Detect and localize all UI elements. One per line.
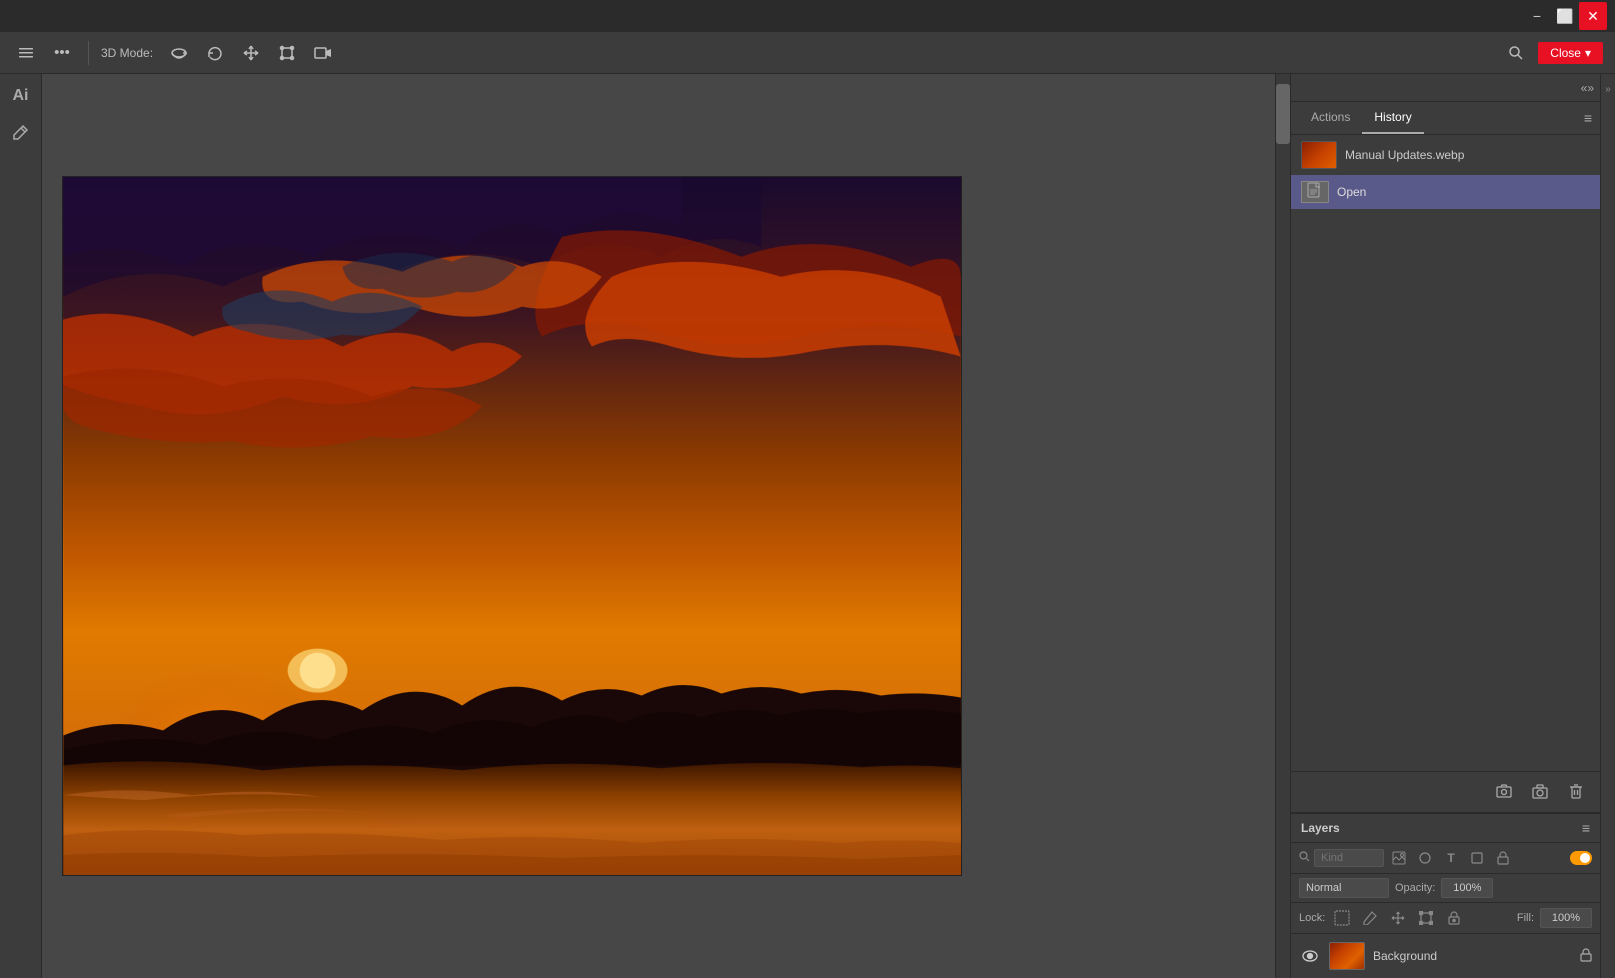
history-open-item[interactable]: Open [1291, 175, 1600, 209]
canvas-scroll-area [42, 74, 1290, 978]
search-icon[interactable] [1502, 39, 1530, 67]
kind-filter-input[interactable] [1314, 849, 1384, 867]
tool-ai[interactable]: Ai [5, 80, 37, 112]
fill-value[interactable]: 100% [1540, 908, 1592, 928]
lock-brush-icon[interactable] [1359, 907, 1381, 929]
tab-actions[interactable]: Actions [1299, 102, 1362, 134]
image-filter-icon[interactable] [1388, 847, 1410, 869]
layer-item-background[interactable]: Background [1291, 938, 1600, 974]
delete-history-button[interactable] [1562, 778, 1590, 806]
lock-filter-icon[interactable] [1492, 847, 1514, 869]
history-open-label: Open [1337, 185, 1366, 199]
layers-filter-bar: T [1291, 843, 1600, 874]
lock-transform-icon[interactable] [1415, 907, 1437, 929]
sidebar-toggle-icon[interactable] [12, 39, 40, 67]
canvas-area [42, 74, 1275, 978]
tool-brush[interactable] [5, 116, 37, 148]
panel-collapse-icon[interactable]: «» [1581, 81, 1594, 95]
minimize-button[interactable]: − [1523, 2, 1551, 30]
toolbar: ••• 3D Mode: [0, 32, 1615, 74]
lock-fill-row: Lock: [1291, 903, 1600, 934]
new-snapshot-button[interactable] [1490, 778, 1518, 806]
layer-name: Background [1373, 949, 1572, 963]
lock-pixel-icon[interactable] [1331, 907, 1353, 929]
shape-filter-icon[interactable] [1466, 847, 1488, 869]
canvas-wrap [42, 74, 1290, 978]
panel-tabs: Actions History ≡ [1291, 102, 1600, 135]
lock-all-icon[interactable] [1443, 907, 1465, 929]
canvas-image [62, 176, 962, 876]
title-bar: − ⬜ ✕ [0, 0, 1615, 32]
mode-label: 3D Mode: [101, 46, 153, 60]
panel-collapse-row: «» [1291, 74, 1600, 102]
maximize-button[interactable]: ⬜ [1551, 2, 1579, 30]
right-panel: «» Actions History ≡ Manual Updates.webp [1290, 74, 1600, 978]
rotate-3d-icon[interactable] [165, 39, 193, 67]
opacity-value[interactable]: 100% [1441, 878, 1493, 898]
transform-3d-icon[interactable] [273, 39, 301, 67]
layers-header: Layers ≡ [1291, 814, 1600, 843]
history-bottom-buttons [1291, 771, 1600, 812]
layers-search-icon [1299, 851, 1310, 865]
layers-panel: Layers ≡ [1291, 812, 1600, 978]
layer-thumbnail [1329, 942, 1365, 970]
left-toolbar: Ai [0, 74, 42, 978]
history-file-item[interactable]: Manual Updates.webp [1291, 135, 1600, 175]
filter-toggle[interactable] [1570, 851, 1592, 865]
layers-title: Layers [1301, 821, 1340, 835]
circle-filter-icon[interactable] [1414, 847, 1436, 869]
opacity-label: Opacity: [1395, 882, 1435, 894]
text-filter-icon[interactable]: T [1440, 847, 1462, 869]
reset-3d-icon[interactable] [201, 39, 229, 67]
layers-list: Background [1291, 934, 1600, 978]
canvas-vertical-scrollbar[interactable] [1275, 74, 1290, 978]
panel-menu-icon[interactable]: ≡ [1584, 110, 1592, 126]
close-button[interactable]: Close ▾ [1538, 42, 1603, 64]
history-open-icon [1301, 181, 1329, 203]
more-options-icon[interactable]: ••• [48, 39, 76, 67]
separator-1 [88, 41, 89, 65]
close-window-button[interactable]: ✕ [1579, 2, 1607, 30]
layer-visibility-eye[interactable] [1299, 945, 1321, 967]
lock-label: Lock: [1299, 912, 1325, 924]
blend-mode-select[interactable]: Normal [1299, 878, 1389, 898]
right-expand-icon[interactable]: » [1605, 84, 1611, 95]
main-content: Ai [0, 74, 1615, 978]
blend-opacity-row: Normal Opacity: 100% [1291, 874, 1600, 903]
fill-label: Fill: [1517, 912, 1534, 924]
camera-button[interactable] [1526, 778, 1554, 806]
history-content: Manual Updates.webp Open [1291, 135, 1600, 771]
lock-move-icon[interactable] [1387, 907, 1409, 929]
history-filename: Manual Updates.webp [1345, 148, 1464, 162]
right-expand-panel: » [1600, 74, 1615, 978]
video-3d-icon[interactable] [309, 39, 337, 67]
layer-lock-icon[interactable] [1580, 948, 1592, 965]
toolbar-right: Close ▾ [1502, 39, 1603, 67]
layers-menu-icon[interactable]: ≡ [1582, 820, 1590, 836]
history-thumbnail [1301, 141, 1337, 169]
tab-history[interactable]: History [1362, 102, 1423, 134]
center-area [42, 74, 1290, 978]
move-3d-icon[interactable] [237, 39, 265, 67]
